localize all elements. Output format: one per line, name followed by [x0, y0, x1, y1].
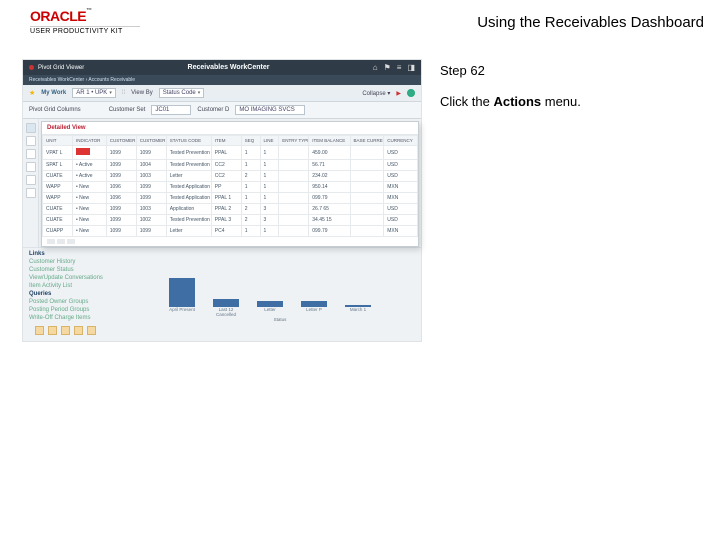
chart-category-label: Letter: [257, 307, 283, 317]
chart-bar: [169, 278, 195, 307]
column-header[interactable]: ENTRY TYPE: [279, 136, 309, 146]
rail-item[interactable]: [26, 123, 36, 133]
chart-category-label: Letter P: [301, 307, 327, 317]
chart-category-label: March 1: [345, 307, 371, 317]
subbrand: USER PRODUCTIVITY KIT: [30, 26, 140, 35]
panel-icon[interactable]: ◨: [407, 63, 415, 72]
workset-select[interactable]: AR 1 • UPK: [72, 88, 116, 98]
step-label: Step 62: [440, 63, 581, 78]
modal-title: Detailed View: [42, 122, 418, 135]
workcenter-title: Receivables WorkCenter: [84, 64, 373, 71]
link-list: Links Customer History Customer Status V…: [29, 250, 139, 322]
footer-icon[interactable]: [48, 326, 57, 335]
instruction-text: Click the Actions menu.: [440, 94, 581, 109]
logo-area: ORACLE™ USER PRODUCTIVITY KIT: [30, 8, 140, 35]
table-row[interactable]: CUATE• New10991003ApplicationPPAL 22326.…: [43, 204, 418, 215]
status-chart: April Present Last 12 Cancelled Letter Lett…: [145, 250, 415, 322]
window-title: Pivot Grid Viewer: [38, 65, 84, 71]
window-dot: [29, 65, 34, 70]
column-header[interactable]: ITEM BALANCE: [309, 136, 350, 146]
customer-set-input[interactable]: JC01: [151, 105, 191, 115]
table-row[interactable]: VPAT L10991099Tested PreventionPPAL11459…: [43, 146, 418, 160]
link-item[interactable]: Posting Period Groups: [29, 306, 139, 314]
data-grid[interactable]: UNITINDICATORCUSTOMERCUSTOMER IDSTATUS C…: [42, 135, 418, 237]
menu-icon[interactable]: ≡: [397, 63, 402, 72]
table-row[interactable]: CUATE• Active10991003LetterCC221234.02US…: [43, 171, 418, 182]
oracle-logo: ORACLE™: [30, 8, 140, 24]
chart-category-label: April Present: [169, 307, 195, 317]
column-header[interactable]: ITEM: [211, 136, 241, 146]
view-by-label: View By: [131, 90, 153, 96]
link-item[interactable]: Customer Status: [29, 266, 139, 274]
chart-bar: [213, 299, 239, 308]
rail-item[interactable]: [26, 136, 36, 146]
home-icon[interactable]: ⌂: [373, 63, 378, 72]
link-item[interactable]: Write-Off Charge Items: [29, 314, 139, 322]
links-section: Links: [29, 250, 139, 258]
column-header[interactable]: LINE: [260, 136, 279, 146]
table-row[interactable]: SPAT L• Active10991004Tested Prevention …: [43, 160, 418, 171]
table-row[interactable]: WAPP• New10961099Tested ApplicationPP119…: [43, 182, 418, 193]
queries-section: Queries: [29, 290, 139, 298]
column-header[interactable]: INDICATOR: [73, 136, 107, 146]
table-row[interactable]: WAPP• New10961099Tested ApplicationPPAL …: [43, 193, 418, 204]
go-button[interactable]: [407, 89, 415, 97]
rail-item[interactable]: [26, 188, 36, 198]
link-item[interactable]: View/Update Conversations: [29, 274, 139, 282]
side-rail: [23, 119, 39, 247]
footer-icons: [29, 322, 415, 339]
drag-handle-icon[interactable]: ⁞⁞: [122, 90, 125, 96]
customer-d-label: Customer D: [197, 107, 229, 113]
footer-icon[interactable]: [61, 326, 70, 335]
link-item[interactable]: Item Activity List: [29, 282, 139, 290]
column-header[interactable]: CUSTOMER: [106, 136, 136, 146]
column-header[interactable]: CUSTOMER ID: [136, 136, 166, 146]
footer-icon[interactable]: [87, 326, 96, 335]
detailed-view-modal: Detailed View UNITINDICATORCUSTOMERCUSTO…: [41, 121, 419, 247]
star-icon[interactable]: ★: [29, 89, 35, 97]
rail-item[interactable]: [26, 175, 36, 185]
table-row[interactable]: CUAPP• New10991099LetterPC411099.79MXN: [43, 226, 418, 237]
chart-xlabel: Status: [145, 317, 415, 322]
column-header[interactable]: STATUS CODE: [166, 136, 211, 146]
my-work-label[interactable]: My Work: [41, 90, 66, 96]
table-row[interactable]: CUATE• New10991002Tested PreventionPPAL …: [43, 215, 418, 226]
link-item[interactable]: Customer History: [29, 258, 139, 266]
run-icon[interactable]: ▶: [396, 90, 401, 97]
instruction-panel: Step 62 Click the Actions menu.: [440, 59, 581, 109]
grid-footer: [42, 237, 418, 246]
customer-d-input[interactable]: MO IMAGING SVCS: [235, 105, 305, 115]
footer-icon[interactable]: [74, 326, 83, 335]
flag-icon[interactable]: ⚑: [384, 63, 391, 72]
pivot-columns-label: Pivot Grid Columns: [29, 107, 81, 113]
breadcrumb: Receivables WorkCenter › Accounts Receiv…: [23, 75, 421, 85]
column-header[interactable]: SEQ: [241, 136, 260, 146]
page-title: Using the Receivables Dashboard: [477, 8, 704, 31]
chart-category-label: Last 12 Cancelled: [213, 307, 239, 317]
rail-item[interactable]: [26, 162, 36, 172]
customer-set-label: Customer Set: [109, 107, 146, 113]
red-indicator-icon: [76, 148, 90, 155]
link-item[interactable]: Posted Owner Groups: [29, 298, 139, 306]
tutorial-screenshot: Pivot Grid Viewer Receivables WorkCenter…: [22, 59, 422, 342]
column-header[interactable]: BASE CURRENCY: [350, 136, 384, 146]
column-header[interactable]: UNIT: [43, 136, 73, 146]
rail-item[interactable]: [26, 149, 36, 159]
collapse-toggle[interactable]: Collapse ▾: [362, 90, 390, 97]
column-header[interactable]: CURRENCY: [384, 136, 418, 146]
view-by-select[interactable]: Status Code: [159, 88, 205, 98]
footer-icon[interactable]: [35, 326, 44, 335]
